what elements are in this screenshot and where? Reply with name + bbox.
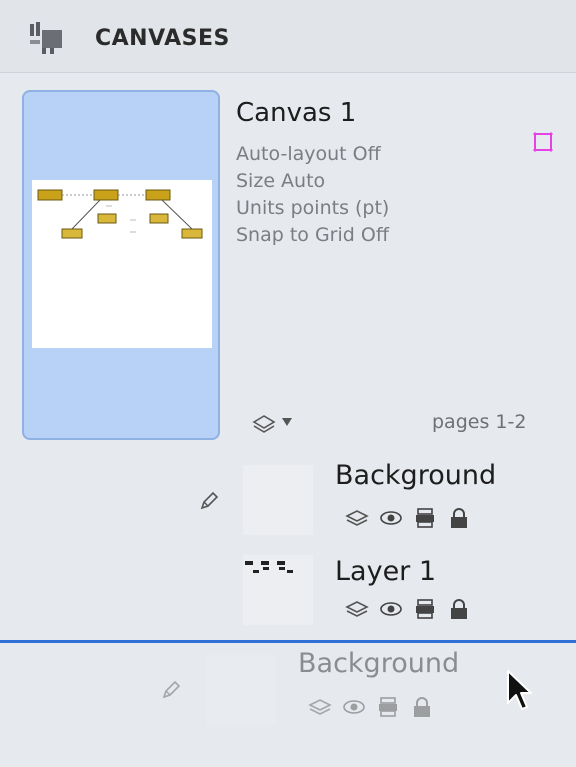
lock-icon[interactable] (447, 507, 471, 529)
lock-icon (414, 697, 430, 717)
canvases-header: CANVASES (0, 0, 576, 73)
layer-name-background[interactable]: Background (335, 460, 496, 491)
layer-name-layer-1[interactable]: Layer 1 (335, 556, 436, 587)
canvas-bounds-icon[interactable] (533, 132, 553, 152)
lock-icon[interactable] (447, 598, 471, 620)
drop-indicator (0, 640, 576, 643)
pencil-icon[interactable] (198, 490, 220, 512)
canvas-thumbnail[interactable] (22, 90, 220, 440)
layer-preview-icon (245, 561, 293, 573)
canvases-icon (30, 22, 62, 54)
layer-controls (308, 696, 434, 718)
layer-icon[interactable] (345, 598, 369, 620)
layers-menu-button[interactable] (250, 409, 316, 437)
canvas-autolayout: Auto-layout Off (236, 143, 381, 165)
pages-range: pages 1-2 (432, 411, 527, 433)
section-title: CANVASES (95, 26, 230, 51)
layer-icon (308, 699, 332, 715)
layer-controls (345, 598, 471, 620)
canvas-name[interactable]: Canvas 1 (236, 98, 356, 128)
print-icon[interactable] (413, 598, 437, 620)
layer-thumbnail[interactable] (243, 465, 313, 535)
eye-icon (343, 700, 365, 714)
canvas-size: Size Auto (236, 170, 326, 192)
layer-controls (345, 507, 471, 529)
mouse-cursor-icon (507, 670, 532, 710)
canvas-preview (32, 180, 212, 348)
eye-icon[interactable] (379, 507, 403, 529)
print-icon (379, 697, 397, 717)
canvas-snap: Snap to Grid Off (236, 224, 389, 246)
diagram-preview-icon (37, 189, 203, 239)
eye-icon[interactable] (379, 598, 403, 620)
layer-icon[interactable] (345, 507, 369, 529)
drag-ghost-name: Background (298, 648, 460, 679)
print-icon[interactable] (413, 507, 437, 529)
canvas-units: Units points (pt) (236, 197, 390, 219)
layer-thumbnail[interactable] (243, 555, 313, 625)
pencil-icon (162, 680, 181, 699)
layer-thumbnail (206, 655, 276, 725)
